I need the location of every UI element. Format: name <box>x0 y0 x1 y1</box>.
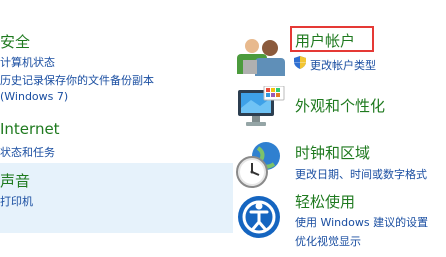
ease-link-recommended[interactable]: 使用 Windows 建议的设置 <box>295 214 428 230</box>
security-title[interactable]: 安全 <box>0 31 30 52</box>
security-link-computer-status[interactable]: 计算机状态 <box>0 54 55 70</box>
appearance-title[interactable]: 外观和个性化 <box>295 95 385 116</box>
hover-highlight <box>0 163 233 233</box>
clock-link-date-time[interactable]: 更改日期、时间或数字格式 <box>295 166 427 182</box>
clock-title[interactable]: 时钟和区域 <box>295 142 370 163</box>
security-link-windows7[interactable]: (Windows 7) <box>0 90 68 103</box>
clock-globe-icon[interactable] <box>234 140 284 190</box>
ease-link-optimize-visual[interactable]: 优化视觉显示 <box>295 233 361 249</box>
security-link-file-history[interactable]: 历史记录保存你的文件备份副本 <box>0 72 154 88</box>
hardware-title[interactable]: 声音 <box>0 170 30 191</box>
hardware-link-printers[interactable]: 打印机 <box>0 193 33 209</box>
ease-title[interactable]: 轻松使用 <box>295 191 355 212</box>
users-icon[interactable] <box>237 36 285 76</box>
network-link-status[interactable]: 状态和任务 <box>0 144 55 160</box>
monitor-palette-icon[interactable] <box>236 86 286 130</box>
user-accounts-link-change-type[interactable]: 更改帐户类型 <box>310 57 376 73</box>
uac-shield-icon <box>294 56 306 69</box>
ease-of-access-icon[interactable] <box>236 194 282 240</box>
user-accounts-title[interactable]: 用户帐户 <box>295 30 355 51</box>
network-title[interactable]: Internet <box>0 120 60 138</box>
